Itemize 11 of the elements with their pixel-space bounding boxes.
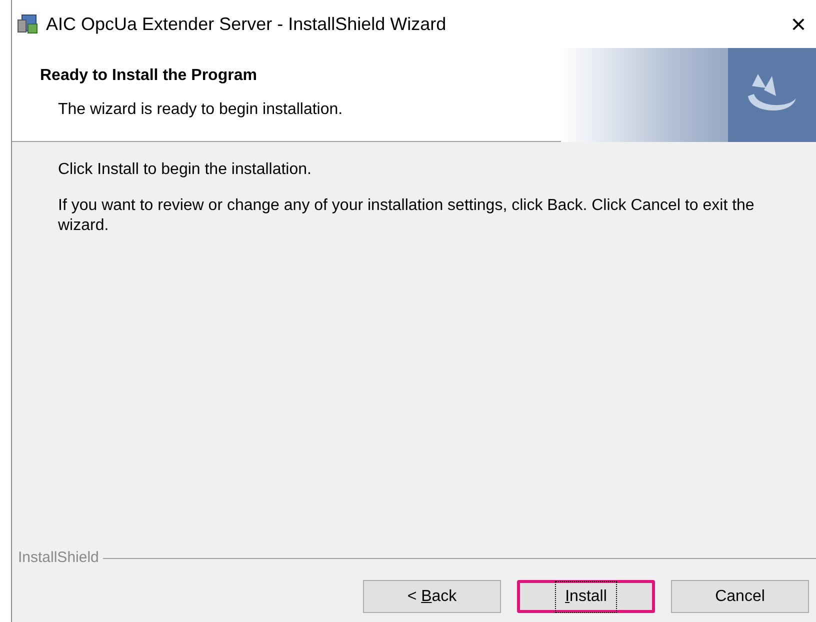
wizard-button[interactable]: Install <box>517 580 655 613</box>
page-subtitle: The wizard is ready to begin installation. <box>57 100 344 120</box>
brand-label: InstallShield <box>18 548 99 568</box>
close-button[interactable]: × <box>784 11 812 37</box>
instruction-text: If you want to review or change any of your installation settings, click Back. Click Cancel to exit the wizard. <box>58 196 756 236</box>
installer-icon <box>16 12 40 36</box>
wizard-button[interactable]: < Back <box>363 580 501 613</box>
page-heading: Ready to Install the Program <box>40 66 258 86</box>
wizard-button[interactable]: Cancel <box>671 580 809 613</box>
instruction-text: Click Install to begin the installation. <box>58 160 312 180</box>
window-title: AIC OpcUa Extender Server - InstallShield Wizard <box>46 12 446 36</box>
